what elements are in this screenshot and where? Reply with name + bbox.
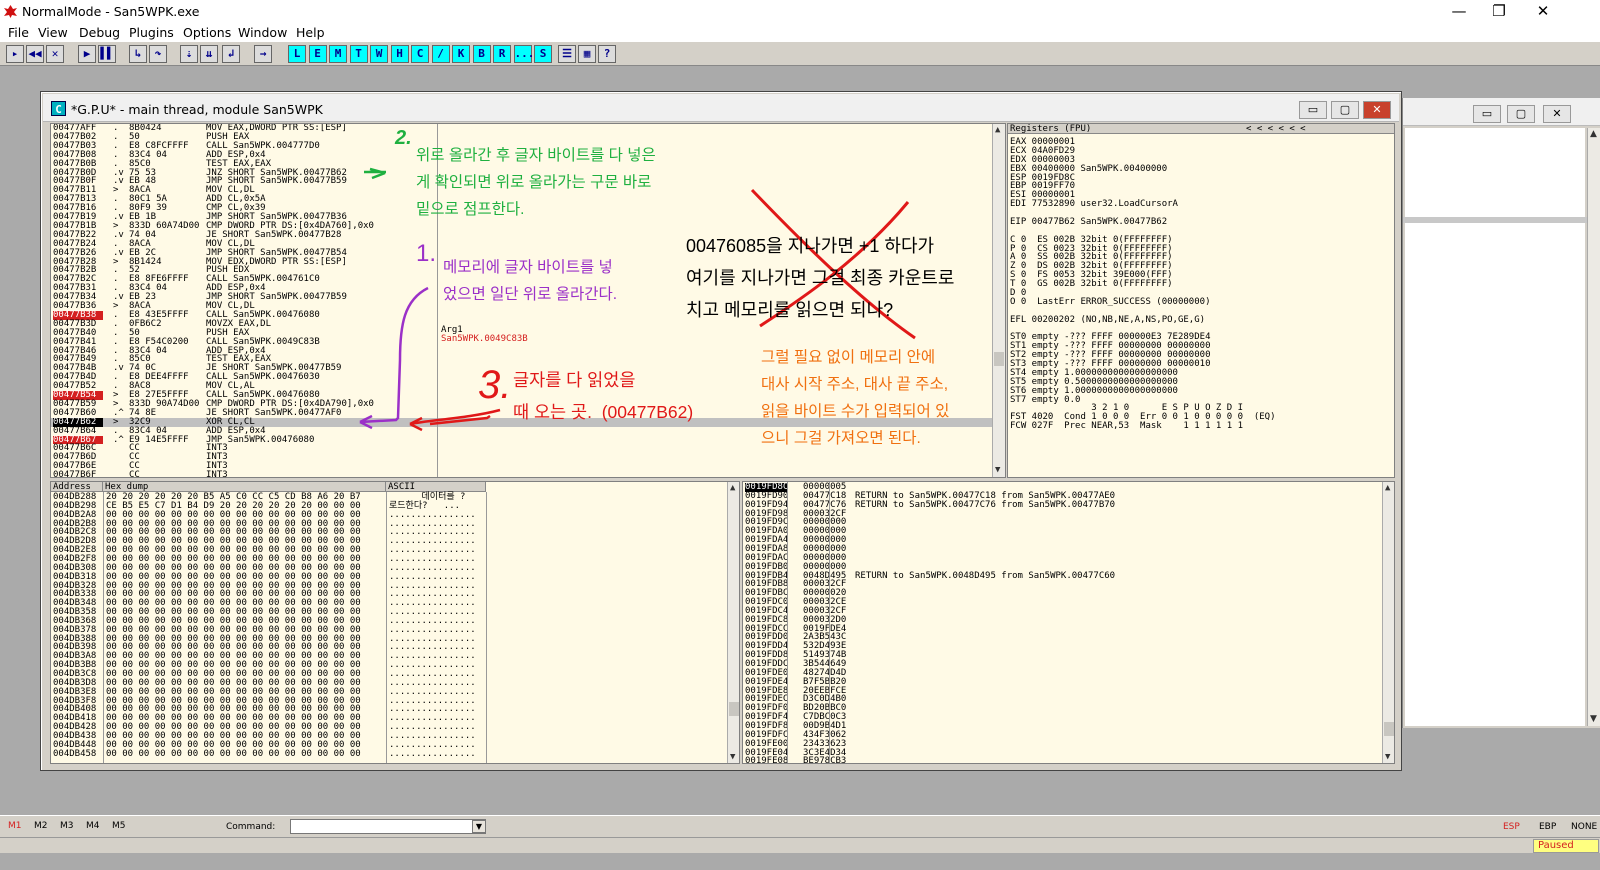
question-note: 00476085을 지나가면 +1 하다가 여기를 지나가면 그걸 최종 카운트… <box>686 236 955 320</box>
marker-m3[interactable]: M3 <box>60 821 74 831</box>
command-bar: M1 M2 M3 M4 M5 Command: ▼ ESP EBP NONE <box>0 815 1600 837</box>
status-bar: Paused <box>0 837 1600 853</box>
status-paused: Paused <box>1533 839 1599 853</box>
esp-button[interactable]: ESP <box>1503 822 1520 832</box>
note-2-number: 2. <box>395 127 412 149</box>
note-3-number: 3. <box>478 363 512 407</box>
marker-m5[interactable]: M5 <box>112 821 126 831</box>
marker-m4[interactable]: M4 <box>86 821 100 831</box>
green-arrow <box>364 167 386 180</box>
note-3-text: 글자를 다 읽었을 때 오는 곳. (00477B62) <box>513 370 694 422</box>
note-2-text: 위로 올라간 후 글자 바이트를 다 넣은 게 확인되면 위로 올라가는 구문 … <box>416 147 656 218</box>
red-arrow <box>409 408 501 432</box>
none-button[interactable]: NONE <box>1571 822 1597 832</box>
marker-m1[interactable]: M1 <box>8 821 22 831</box>
command-input[interactable] <box>290 819 486 834</box>
purple-arrow <box>359 286 429 430</box>
marker-m2[interactable]: M2 <box>34 821 48 831</box>
command-label: Command: <box>226 822 276 832</box>
answer-note: 그럴 필요 없이 메모리 안에 대사 시작 주소, 대사 끝 주소, 읽을 바이… <box>761 349 950 447</box>
command-dropdown-icon[interactable]: ▼ <box>472 820 486 833</box>
note-1-text: 메모리에 글자 바이트를 넣 었으면 일단 위로 올라간다. <box>443 259 618 303</box>
note-1-number: 1. <box>416 240 437 267</box>
ebp-button[interactable]: EBP <box>1539 822 1556 832</box>
